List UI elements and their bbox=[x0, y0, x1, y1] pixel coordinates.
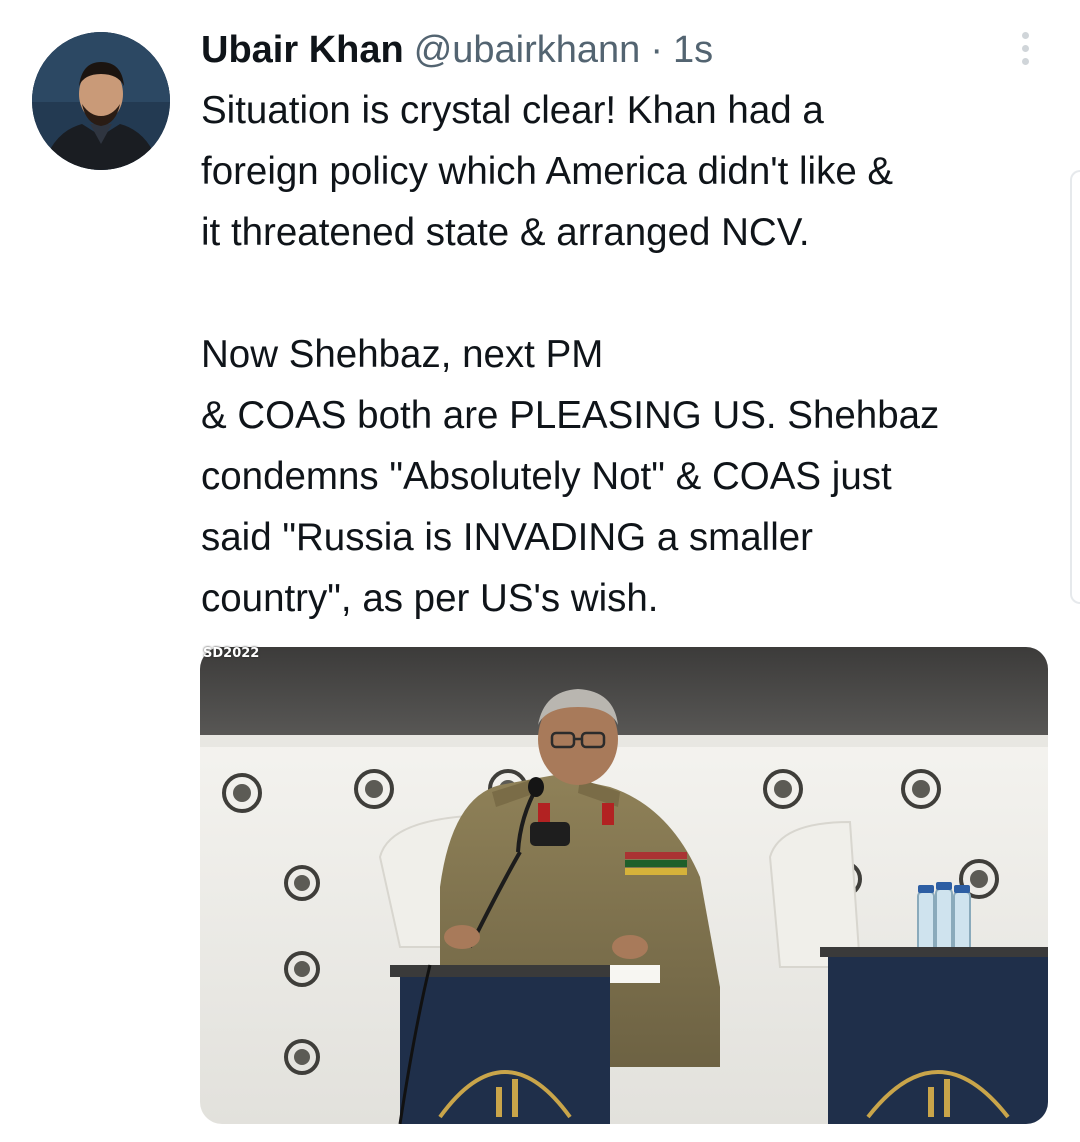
tweet-header: Ubair Khan @ubairkhann · 1s bbox=[201, 24, 713, 76]
tweet-line: said "Russia is INVADING a smaller bbox=[201, 516, 813, 559]
more-dot bbox=[1021, 44, 1029, 52]
author-avatar[interactable] bbox=[32, 32, 170, 170]
more-dot bbox=[1021, 57, 1029, 65]
tweet-line: country", as per US's wish. bbox=[201, 577, 659, 620]
tweet-text: Situation is crystal clear! Khan had a f… bbox=[201, 80, 1061, 629]
more-dot bbox=[1021, 31, 1029, 39]
tweet-media-photo[interactable] bbox=[200, 647, 1048, 1124]
media-watermark: SD2022 bbox=[203, 646, 260, 661]
more-options-icon[interactable] bbox=[1008, 26, 1042, 70]
tweet-line: condemns "Absolutely Not" & COAS just bbox=[201, 455, 892, 498]
conference-photo bbox=[200, 647, 1048, 1124]
author-handle[interactable]: @ubairkhann bbox=[414, 24, 641, 76]
scroll-indicator bbox=[1070, 170, 1080, 604]
tweet-line: Situation is crystal clear! Khan had a bbox=[201, 89, 824, 132]
tweet-line: Now Shehbaz, next PM bbox=[201, 333, 604, 376]
tweet-timestamp[interactable]: 1s bbox=[673, 24, 713, 76]
tweet-line: it threatened state & arranged NCV. bbox=[201, 211, 810, 254]
header-separator: · bbox=[650, 29, 663, 71]
tweet-line: foreign policy which America didn't like… bbox=[201, 150, 894, 193]
profile-photo-icon bbox=[32, 32, 170, 170]
author-display-name[interactable]: Ubair Khan bbox=[201, 24, 404, 76]
tweet-line: & COAS both are PLEASING US. Shehbaz bbox=[201, 394, 940, 437]
tweet-card[interactable]: Ubair Khan @ubairkhann · 1s Situation is… bbox=[0, 0, 1080, 1142]
